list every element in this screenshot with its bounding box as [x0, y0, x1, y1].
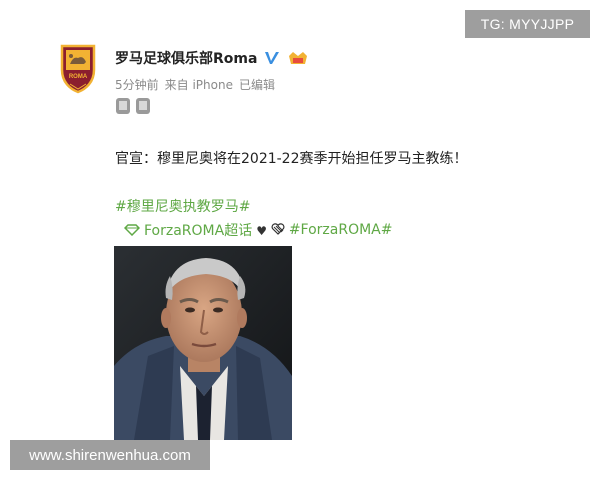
tg-watermark-badge: TG: MYYJJPP: [465, 10, 590, 38]
roma-crest-avatar[interactable]: ROMA: [58, 44, 98, 94]
supertopic-diamond-icon: [123, 224, 141, 237]
heart-icons: ♥: [256, 222, 285, 238]
account-name[interactable]: 罗马足球俱乐部Roma: [115, 48, 257, 68]
supertopic-row: ForzaROMA超话 ♥ #ForzaROMA#: [123, 220, 393, 240]
heart-icon: ♥: [256, 223, 267, 238]
svg-text:ROMA: ROMA: [69, 74, 88, 80]
weibo-post: ROMA 罗马足球俱乐部Roma 5分钟前 来自 iPhone 已编辑 官宣：穆…: [0, 0, 600, 480]
post-meta: 5分钟前 来自 iPhone 已编辑: [115, 76, 275, 93]
striped-heart-icon: [271, 222, 285, 235]
edited-label[interactable]: 已编辑: [239, 76, 275, 93]
fan-badges: [115, 97, 151, 115]
post-time[interactable]: 5分钟前: [115, 76, 159, 93]
supertopic-link[interactable]: ForzaROMA超话: [144, 220, 252, 240]
fan-badge-icon[interactable]: [135, 97, 151, 115]
account-header: 罗马足球俱乐部Roma: [115, 48, 309, 68]
fan-badge-icon[interactable]: [115, 97, 131, 115]
post-text: 官宣：穆里尼奥将在2021-22赛季开始担任罗马主教练！: [115, 151, 468, 167]
post-source: 来自 iPhone: [164, 78, 233, 92]
vip-member-icon[interactable]: [287, 50, 309, 66]
verified-icon: [263, 49, 281, 67]
post-photo[interactable]: [114, 246, 292, 440]
forzaroma-hashtag-link[interactable]: #ForzaROMA#: [289, 222, 393, 238]
site-watermark: www.shirenwenhua.com: [10, 440, 210, 470]
hashtag-link[interactable]: #穆里尼奥执教罗马#: [115, 196, 250, 216]
